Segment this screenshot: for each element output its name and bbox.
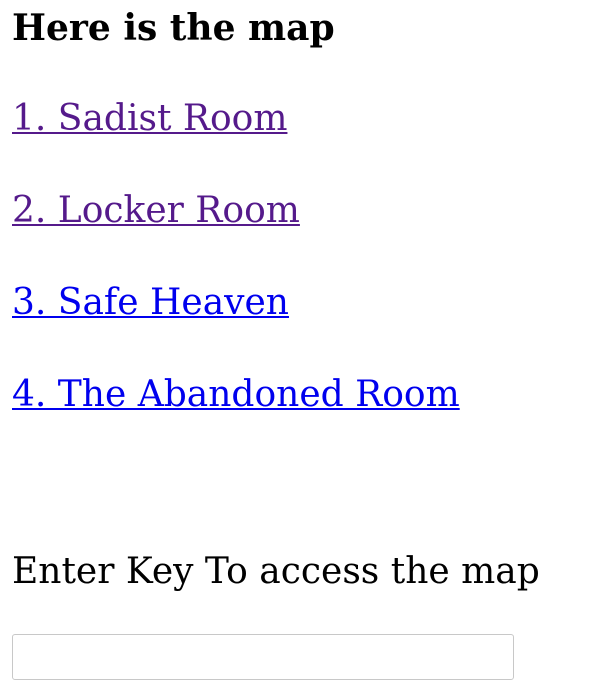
- list-item: 2. Locker Room: [12, 188, 460, 280]
- key-prompt-label: Enter Key To access the map: [12, 551, 540, 592]
- map-link-safe-heaven[interactable]: 3. Safe Heaven: [12, 282, 289, 323]
- map-link-locker-room[interactable]: 2. Locker Room: [12, 190, 300, 231]
- list-item: 4. The Abandoned Room: [12, 372, 460, 464]
- page-title: Here is the map: [12, 7, 335, 49]
- map-link-sadist-room[interactable]: 1. Sadist Room: [12, 98, 287, 139]
- map-link-abandoned-room[interactable]: 4. The Abandoned Room: [12, 374, 460, 415]
- map-page: Here is the map 1. Sadist Room 2. Locker…: [12, 0, 589, 694]
- list-item: 3. Safe Heaven: [12, 280, 460, 372]
- key-input[interactable]: [12, 634, 514, 680]
- map-link-list: 1. Sadist Room 2. Locker Room 3. Safe He…: [12, 96, 460, 464]
- list-item: 1. Sadist Room: [12, 96, 460, 188]
